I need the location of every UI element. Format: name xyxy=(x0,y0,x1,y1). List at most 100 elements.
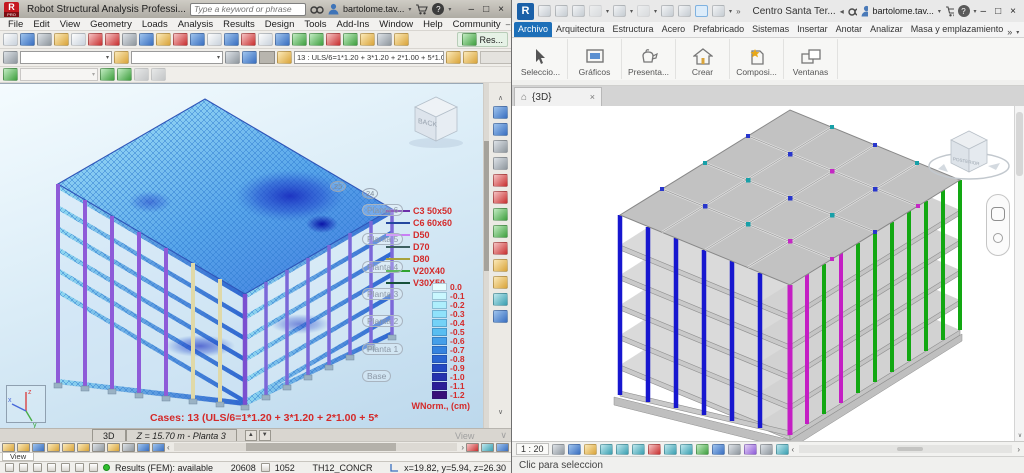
pan-view-icon[interactable] xyxy=(481,443,494,452)
ribbon-state-caret-icon[interactable]: ▾ xyxy=(1016,29,1019,36)
display-option-icon[interactable] xyxy=(77,443,90,452)
display-option-icon[interactable] xyxy=(62,443,75,452)
wrench-icon[interactable] xyxy=(377,33,392,46)
undo-icon[interactable] xyxy=(613,5,626,17)
close-button[interactable]: × xyxy=(498,4,504,15)
steering-wheel-icon[interactable] xyxy=(991,207,1005,221)
display-option-icon[interactable] xyxy=(47,443,60,452)
send-icon[interactable] xyxy=(54,33,69,46)
display-option-icon[interactable] xyxy=(107,443,120,452)
attributes-icon[interactable] xyxy=(225,51,240,64)
user-icon[interactable] xyxy=(861,5,868,17)
tab-analizar[interactable]: Analizar xyxy=(866,22,907,37)
scroll-left-icon[interactable]: ‹ xyxy=(167,443,170,452)
save-icon[interactable] xyxy=(20,33,35,46)
results-layout-chip[interactable]: Res... xyxy=(457,32,508,47)
sun-path-icon[interactable] xyxy=(584,444,597,455)
nodes-tool-icon[interactable] xyxy=(493,106,508,119)
display-option-icon[interactable] xyxy=(137,443,150,452)
worksharing-icon[interactable] xyxy=(776,444,789,455)
section-icon[interactable] xyxy=(695,5,708,17)
help-caret-icon[interactable]: ▾ xyxy=(448,6,451,13)
status-snap-icon[interactable] xyxy=(19,463,28,472)
preferences-icon[interactable] xyxy=(360,33,375,46)
save-icon[interactable] xyxy=(572,5,585,17)
ribbon-windows-button[interactable]: Ventanas xyxy=(784,39,838,79)
minimize-button[interactable]: – xyxy=(981,6,987,17)
material-tool-icon[interactable] xyxy=(493,225,508,238)
status-layout-icon[interactable] xyxy=(5,463,14,472)
analytical-icon[interactable] xyxy=(760,444,773,455)
rotate-3d-icon[interactable] xyxy=(292,33,307,46)
tabs-expand-icon[interactable]: » xyxy=(1007,27,1012,37)
side-toolbar-scrollbar[interactable] xyxy=(484,83,489,428)
orbit-view-icon[interactable] xyxy=(496,443,509,452)
case-mode-icon[interactable] xyxy=(446,51,461,64)
tab-masa-emplazamiento[interactable]: Masa y emplazamiento xyxy=(907,22,1008,37)
temporary-hide-icon[interactable] xyxy=(680,444,693,455)
wall-tool-icon[interactable] xyxy=(493,157,508,170)
account-caret-icon[interactable]: ▾ xyxy=(408,6,411,13)
case-list-icon[interactable] xyxy=(463,51,478,64)
revit-logo-icon[interactable]: R xyxy=(517,3,534,20)
close-view-icon[interactable]: × xyxy=(590,92,595,102)
menu-community[interactable]: Community xyxy=(448,19,506,30)
lock-view-icon[interactable] xyxy=(664,444,677,455)
displacement-icon[interactable] xyxy=(744,444,757,455)
search-binoculars-icon[interactable] xyxy=(848,6,857,17)
window-layout-icon[interactable] xyxy=(224,33,239,46)
load-case-combo[interactable]: 13 : ULS/6=1*1.20 + 3*1.20 + 2*1.00 + 5*… xyxy=(294,51,444,64)
scroll-left-icon[interactable]: ‹ xyxy=(792,445,795,454)
load-tool-icon[interactable] xyxy=(493,242,508,255)
cart-icon[interactable] xyxy=(945,6,954,17)
temporary-properties-icon[interactable] xyxy=(712,444,725,455)
lock-icon[interactable] xyxy=(241,33,256,46)
display-icon[interactable] xyxy=(242,51,257,64)
mesh-tool-icon[interactable] xyxy=(493,259,508,272)
view-scale[interactable]: 1 : 20 xyxy=(516,443,549,455)
undo-icon[interactable] xyxy=(173,33,188,46)
thin-lines-icon[interactable] xyxy=(712,5,725,17)
copy-icon[interactable] xyxy=(139,33,154,46)
tab-down-button[interactable]: ▼ xyxy=(259,430,271,441)
robot-3d-viewport[interactable]: z x y BACK C3 50x50 C6 60x60 xyxy=(0,83,483,428)
menu-analysis[interactable]: Analysis xyxy=(173,19,218,30)
paste-icon[interactable] xyxy=(156,33,171,46)
display-option-icon[interactable] xyxy=(17,443,30,452)
redo-icon[interactable] xyxy=(190,33,205,46)
layer-tool-icon[interactable] xyxy=(493,276,508,289)
slab-tool-icon[interactable] xyxy=(493,293,508,306)
close-button[interactable]: × xyxy=(1010,6,1016,17)
panel-tool-icon[interactable] xyxy=(493,140,508,153)
account-menu[interactable]: bartolome.tav... xyxy=(343,4,404,14)
support-tool-icon[interactable] xyxy=(493,191,508,204)
browser-icon[interactable] xyxy=(538,5,551,17)
pane-collapse-icon[interactable]: ∨ xyxy=(500,430,507,441)
scroll-down-icon[interactable]: ∨ xyxy=(1015,432,1024,439)
sync-caret-icon[interactable]: ▾ xyxy=(606,8,609,15)
menu-design[interactable]: Design xyxy=(260,19,300,30)
visual-style-icon[interactable] xyxy=(568,444,581,455)
scroll-right-icon[interactable]: › xyxy=(1017,445,1020,454)
grid-tool-icon[interactable] xyxy=(493,310,508,323)
cut-icon[interactable] xyxy=(122,33,137,46)
tab-insertar[interactable]: Insertar xyxy=(793,22,832,37)
qat-expand-icon[interactable]: » xyxy=(736,7,740,16)
display-option-icon[interactable] xyxy=(152,443,165,452)
menu-view[interactable]: View xyxy=(55,19,85,30)
status-cursor-icon[interactable] xyxy=(47,463,56,472)
tab-anotar[interactable]: Anotar xyxy=(832,22,867,37)
redo-caret-icon[interactable]: ▾ xyxy=(654,8,657,15)
tab-sistemas[interactable]: Sistemas xyxy=(748,22,793,37)
canvas-scrollbar[interactable]: ∨ xyxy=(1014,106,1024,441)
undo-caret-icon[interactable]: ▾ xyxy=(630,8,633,15)
shadows-icon[interactable] xyxy=(600,444,613,455)
status-grid-icon[interactable] xyxy=(33,463,42,472)
search-binoculars-icon[interactable] xyxy=(310,4,324,15)
ribbon-create-button[interactable]: Crear xyxy=(676,39,730,79)
tab-acero[interactable]: Acero xyxy=(658,22,690,37)
menu-help[interactable]: Help xyxy=(418,19,448,30)
viewcube[interactable]: POSTERIOR xyxy=(926,120,1012,186)
select-bars-icon[interactable] xyxy=(114,51,129,64)
maximize-button[interactable]: □ xyxy=(995,6,1001,17)
